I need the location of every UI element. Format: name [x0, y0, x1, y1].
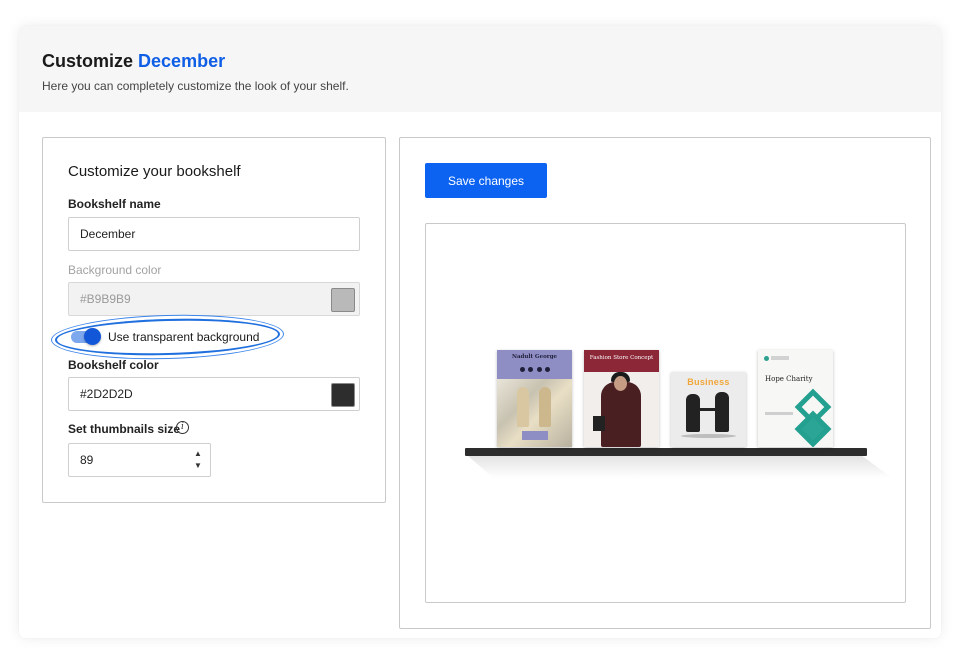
page-header: Customize December Here you can complete…: [19, 26, 941, 112]
page-title: Customize December: [42, 51, 225, 72]
bookshelf-color-input[interactable]: #2D2D2D: [68, 377, 360, 411]
preview-panel: Save changes Nadult George Fashion Store…: [399, 137, 931, 629]
thumbnails-size-label: Set thumbnails size: [68, 422, 181, 436]
bookshelf-color-value: #2D2D2D: [80, 387, 133, 401]
book-cover-image: [686, 394, 700, 432]
form-panel-title: Customize your bookshelf: [68, 163, 241, 180]
bookshelf-name-value: December: [80, 227, 136, 241]
transparent-background-label: Use transparent background: [108, 330, 260, 344]
background-color-input[interactable]: #B9B9B9: [68, 282, 360, 316]
save-changes-button[interactable]: Save changes: [425, 163, 547, 198]
bookshelf-color-swatch[interactable]: [331, 383, 355, 407]
shelf-board: [465, 448, 867, 456]
customize-card: Customize December Here you can complete…: [19, 26, 941, 638]
info-icon[interactable]: i: [176, 421, 189, 434]
shelf-shadow: [468, 456, 892, 478]
bookshelf-preview: Nadult George Fashion Store Concept Busi…: [425, 223, 906, 603]
thumbnails-size-stepper[interactable]: 89 ▲ ▼: [68, 443, 211, 477]
toggle-knob: [84, 328, 101, 345]
background-color-label: Background color: [68, 263, 162, 277]
page-subtitle: Here you can completely customize the lo…: [42, 79, 349, 93]
page-title-shelf-name: December: [138, 51, 226, 71]
background-color-swatch[interactable]: [331, 288, 355, 312]
stepper-arrows-icon[interactable]: ▲ ▼: [193, 448, 203, 472]
page-title-prefix: Customize: [42, 51, 134, 71]
book-title: Hope Charity: [765, 375, 813, 383]
bookshelf-color-label: Bookshelf color: [68, 358, 159, 372]
book-thumbnail[interactable]: Nadult George: [497, 350, 572, 447]
bookshelf-name-label: Bookshelf name: [68, 197, 161, 211]
book-thumbnail[interactable]: Hope Charity: [758, 350, 833, 447]
book-thumbnail[interactable]: Business: [671, 372, 746, 447]
book-title: Fashion Store Concept: [589, 355, 654, 361]
bookshelf-name-input[interactable]: December: [68, 217, 360, 251]
transparent-background-toggle[interactable]: [71, 327, 101, 345]
book-thumbnail[interactable]: Fashion Store Concept: [584, 350, 659, 447]
thumbnails-size-value: 89: [80, 453, 94, 467]
book-cover-image: [601, 382, 641, 447]
book-title: Business: [687, 377, 730, 387]
customize-form-panel: Customize your bookshelf Bookshelf name …: [42, 137, 386, 503]
background-color-value: #B9B9B9: [80, 292, 131, 306]
book-title: Nadult George: [511, 354, 558, 360]
